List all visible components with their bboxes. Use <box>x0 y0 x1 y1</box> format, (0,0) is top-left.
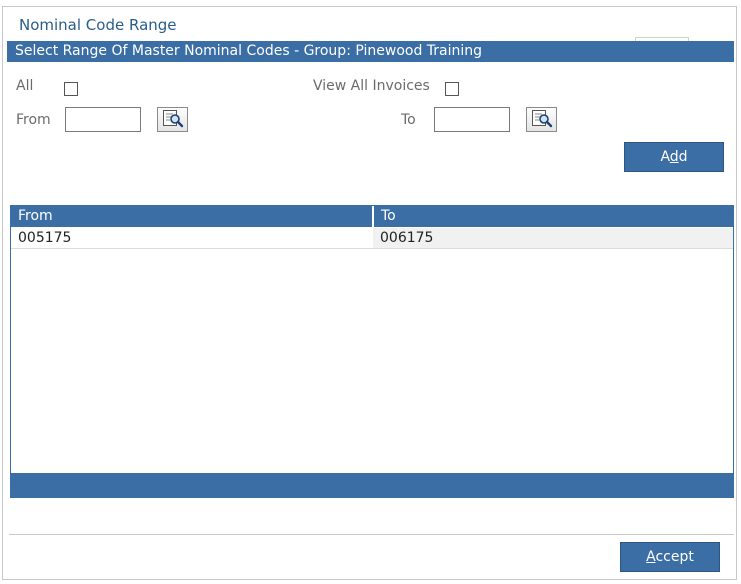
footer-divider <box>9 534 734 535</box>
table-row[interactable]: 005175 006175 <box>11 228 733 249</box>
all-label: All <box>16 78 34 94</box>
from-label: From <box>16 112 51 128</box>
to-lookup-button[interactable] <box>526 107 557 132</box>
column-header-to[interactable]: To <box>374 206 733 227</box>
add-button-label: Add <box>660 149 688 165</box>
column-header-from[interactable]: From <box>11 206 372 227</box>
row-to-cell: 006175 <box>373 228 733 248</box>
window-title: Nominal Code Range <box>19 16 177 34</box>
all-checkbox[interactable] <box>64 82 78 96</box>
from-lookup-button[interactable] <box>157 107 188 132</box>
dialog-window: Nominal Code Range Select Range Of Maste… <box>2 6 737 580</box>
from-code-input[interactable] <box>65 107 141 132</box>
grid-header: From To <box>11 206 733 227</box>
view-all-invoices-label: View All Invoices <box>313 78 430 94</box>
add-button[interactable]: Add <box>624 142 724 172</box>
to-code-input[interactable] <box>434 107 510 132</box>
view-all-invoices-checkbox[interactable] <box>445 82 459 96</box>
grid-footer <box>11 473 733 497</box>
row-from-cell: 005175 <box>18 230 72 246</box>
section-header: Select Range Of Master Nominal Codes - G… <box>7 41 734 62</box>
search-lookup-icon <box>531 109 553 131</box>
nominal-range-grid: From To 005175 006175 <box>10 205 734 498</box>
accept-button[interactable]: Accept <box>620 542 720 572</box>
accept-button-label: Accept <box>646 549 694 565</box>
search-lookup-icon <box>162 109 184 131</box>
to-label: To <box>401 112 416 128</box>
